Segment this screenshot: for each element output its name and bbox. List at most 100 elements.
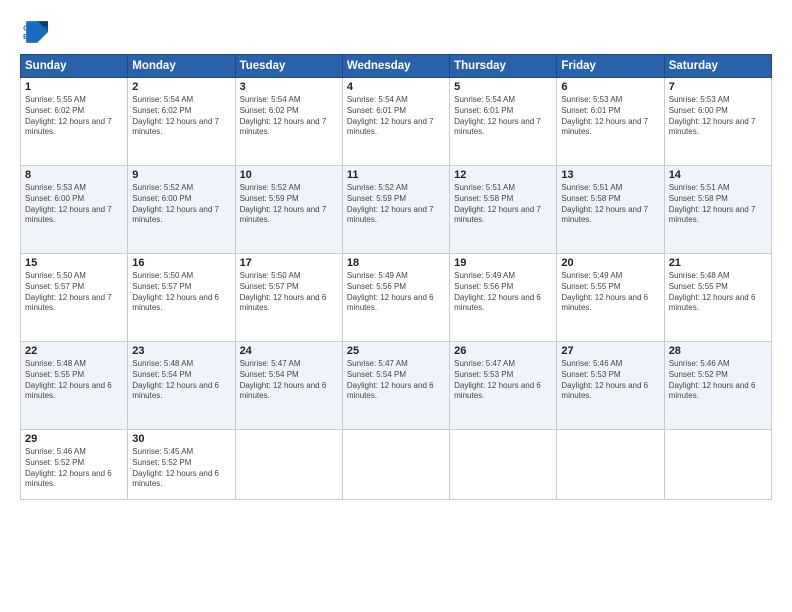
calendar-cell [450,430,557,500]
day-info: Sunrise: 5:54 AMSunset: 6:02 PMDaylight:… [240,95,338,138]
day-number: 26 [454,345,552,357]
calendar-cell: 16 Sunrise: 5:50 AMSunset: 5:57 PMDayligh… [128,254,235,342]
day-info: Sunrise: 5:49 AMSunset: 5:56 PMDaylight:… [454,271,552,314]
calendar-cell: 29Sunrise: 5:46 AMSunset: 5:52 PMDayligh… [21,430,128,500]
day-number: 30 [132,433,230,445]
day-number: 28 [669,345,767,357]
day-number: 17 [240,257,338,269]
day-header-thursday: Thursday [450,55,557,78]
calendar-week-4: 22Sunrise: 5:48 AMSunset: 5:55 PMDayligh… [21,342,772,430]
day-number: 29 [25,433,123,445]
calendar-cell [664,430,771,500]
calendar-header-row: SundayMondayTuesdayWednesdayThursdayFrid… [21,55,772,78]
day-number: 12 [454,169,552,181]
day-header-sunday: Sunday [21,55,128,78]
calendar-cell: 1Sunrise: 5:55 AMSunset: 6:02 PMDaylight… [21,78,128,166]
day-number: 9 [132,169,230,181]
day-number: 24 [240,345,338,357]
calendar-cell: 21Sunrise: 5:48 AMSunset: 5:55 PMDayligh… [664,254,771,342]
calendar-cell: 14 Sunrise: 5:51 AMSunset: 5:58 PMDayligh… [664,166,771,254]
calendar-cell: 8Sunrise: 5:53 AMSunset: 6:00 PMDaylight… [21,166,128,254]
page: General Blue SundayMondayTuesdayWednesda… [0,0,792,612]
day-info: Sunrise: 5:53 AMSunset: 6:00 PMDaylight:… [669,95,767,138]
calendar-cell: 27 Sunrise: 5:46 AMSunset: 5:53 PMDayligh… [557,342,664,430]
day-info: Sunrise: 5:52 AMSunset: 6:00 PMDaylight:… [132,183,230,226]
calendar-cell: 5 Sunrise: 5:54 AMSunset: 6:01 PMDaylight… [450,78,557,166]
day-info: Sunrise: 5:54 AMSunset: 6:01 PMDaylight:… [454,95,552,138]
day-number: 5 [454,81,552,93]
calendar-week-5: 29Sunrise: 5:46 AMSunset: 5:52 PMDayligh… [21,430,772,500]
day-info: Sunrise: 5:51 AMSunset: 5:58 PMDaylight:… [669,183,767,226]
day-number: 22 [25,345,123,357]
calendar-cell: 19 Sunrise: 5:49 AMSunset: 5:56 PMDayligh… [450,254,557,342]
day-number: 18 [347,257,445,269]
svg-text:Blue: Blue [23,34,38,41]
day-number: 6 [561,81,659,93]
day-number: 7 [669,81,767,93]
logo: General Blue [20,18,48,46]
day-header-wednesday: Wednesday [342,55,449,78]
day-number: 3 [240,81,338,93]
day-header-tuesday: Tuesday [235,55,342,78]
day-number: 8 [25,169,123,181]
calendar-week-2: 8Sunrise: 5:53 AMSunset: 6:00 PMDaylight… [21,166,772,254]
calendar-cell: 11Sunrise: 5:52 AMSunset: 5:59 PMDayligh… [342,166,449,254]
day-number: 13 [561,169,659,181]
day-info: Sunrise: 5:52 AMSunset: 5:59 PMDaylight:… [347,183,445,226]
day-number: 14 [669,169,767,181]
day-number: 25 [347,345,445,357]
day-number: 19 [454,257,552,269]
calendar-cell: 30 Sunrise: 5:45 AMSunset: 5:52 PMDayligh… [128,430,235,500]
header: General Blue [20,18,772,46]
day-number: 2 [132,81,230,93]
day-info: Sunrise: 5:50 AMSunset: 5:57 PMDaylight:… [132,271,230,314]
day-info: Sunrise: 5:47 AMSunset: 5:54 PMDaylight:… [347,359,445,402]
day-info: Sunrise: 5:46 AMSunset: 5:52 PMDaylight:… [669,359,767,402]
day-header-monday: Monday [128,55,235,78]
day-info: Sunrise: 5:52 AMSunset: 5:59 PMDaylight:… [240,183,338,226]
calendar-week-1: 1Sunrise: 5:55 AMSunset: 6:02 PMDaylight… [21,78,772,166]
calendar-week-3: 15 Sunrise: 5:50 AMSunset: 5:57 PMDayligh… [21,254,772,342]
calendar-cell: 12 Sunrise: 5:51 AMSunset: 5:58 PMDayligh… [450,166,557,254]
calendar-cell: 10 Sunrise: 5:52 AMSunset: 5:59 PMDayligh… [235,166,342,254]
day-info: Sunrise: 5:51 AMSunset: 5:58 PMDaylight:… [454,183,552,226]
svg-text:General: General [23,25,48,32]
day-info: Sunrise: 5:46 AMSunset: 5:53 PMDaylight:… [561,359,659,402]
calendar-cell: 13 Sunrise: 5:51 AMSunset: 5:58 PMDayligh… [557,166,664,254]
day-header-friday: Friday [557,55,664,78]
day-info: Sunrise: 5:47 AMSunset: 5:53 PMDaylight:… [454,359,552,402]
calendar-cell: 20Sunrise: 5:49 AMSunset: 5:55 PMDayligh… [557,254,664,342]
day-info: Sunrise: 5:50 AMSunset: 5:57 PMDaylight:… [25,271,123,314]
calendar-cell [557,430,664,500]
calendar-cell: 25 Sunrise: 5:47 AMSunset: 5:54 PMDayligh… [342,342,449,430]
day-info: Sunrise: 5:51 AMSunset: 5:58 PMDaylight:… [561,183,659,226]
calendar-cell: 3 Sunrise: 5:54 AMSunset: 6:02 PMDaylight… [235,78,342,166]
day-info: Sunrise: 5:49 AMSunset: 5:55 PMDaylight:… [561,271,659,314]
calendar-cell: 23 Sunrise: 5:48 AMSunset: 5:54 PMDayligh… [128,342,235,430]
day-number: 16 [132,257,230,269]
calendar-cell: 28 Sunrise: 5:46 AMSunset: 5:52 PMDayligh… [664,342,771,430]
day-info: Sunrise: 5:48 AMSunset: 5:54 PMDaylight:… [132,359,230,402]
calendar-cell [235,430,342,500]
day-info: Sunrise: 5:54 AMSunset: 6:02 PMDaylight:… [132,95,230,138]
day-info: Sunrise: 5:55 AMSunset: 6:02 PMDaylight:… [25,95,123,138]
day-info: Sunrise: 5:49 AMSunset: 5:56 PMDaylight:… [347,271,445,314]
day-info: Sunrise: 5:50 AMSunset: 5:57 PMDaylight:… [240,271,338,314]
calendar-cell: 26 Sunrise: 5:47 AMSunset: 5:53 PMDayligh… [450,342,557,430]
day-number: 15 [25,257,123,269]
day-number: 23 [132,345,230,357]
logo-icon: General Blue [20,18,48,46]
calendar-cell: 24Sunrise: 5:47 AMSunset: 5:54 PMDayligh… [235,342,342,430]
calendar-cell: 4Sunrise: 5:54 AMSunset: 6:01 PMDaylight… [342,78,449,166]
calendar-cell: 17 Sunrise: 5:50 AMSunset: 5:57 PMDayligh… [235,254,342,342]
calendar-cell [342,430,449,500]
calendar-cell: 6 Sunrise: 5:53 AMSunset: 6:01 PMDaylight… [557,78,664,166]
day-info: Sunrise: 5:48 AMSunset: 5:55 PMDaylight:… [669,271,767,314]
day-info: Sunrise: 5:53 AMSunset: 6:01 PMDaylight:… [561,95,659,138]
day-info: Sunrise: 5:45 AMSunset: 5:52 PMDaylight:… [132,447,230,490]
calendar-cell: 2 Sunrise: 5:54 AMSunset: 6:02 PMDaylight… [128,78,235,166]
day-number: 27 [561,345,659,357]
day-number: 10 [240,169,338,181]
calendar-cell: 22Sunrise: 5:48 AMSunset: 5:55 PMDayligh… [21,342,128,430]
calendar-cell: 18 Sunrise: 5:49 AMSunset: 5:56 PMDayligh… [342,254,449,342]
